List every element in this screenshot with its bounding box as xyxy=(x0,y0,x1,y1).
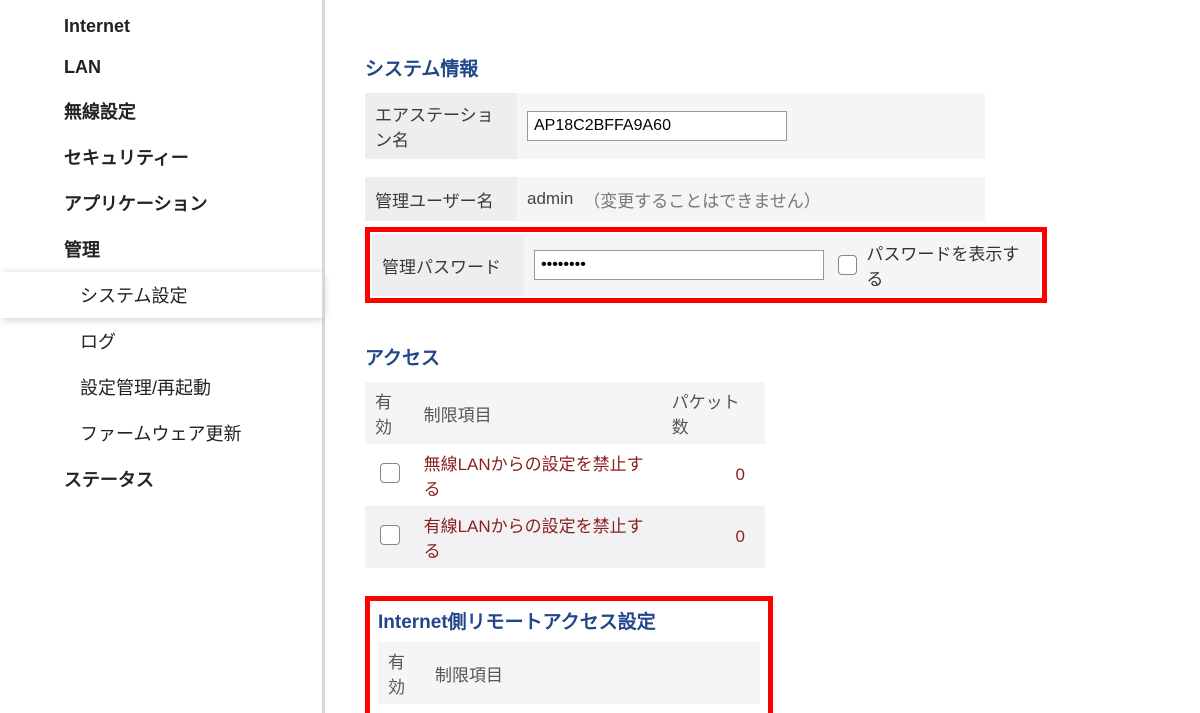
access-item-0: 無線LANからの設定を禁止する xyxy=(414,444,662,506)
subnav-firmware[interactable]: ファームウェア更新 xyxy=(0,410,322,456)
subnav-label: 設定管理/再起動 xyxy=(80,378,211,398)
remote-access-table: 有効 制限項目 Internet側リモートアクセス設定を許可する xyxy=(378,642,760,713)
show-password-label[interactable]: パスワードを表示する xyxy=(834,240,1030,290)
access-title: アクセス xyxy=(365,343,1160,370)
system-info-title: システム情報 xyxy=(365,54,1160,81)
remote-col-item: 制限項目 xyxy=(425,642,760,704)
admin-password-highlight: 管理パスワード パスワードを表示する xyxy=(365,227,1047,303)
remote-access-highlight: Internet側リモートアクセス設定 有効 制限項目 Internet側リモー… xyxy=(365,596,773,713)
access-col-packets: パケット数 xyxy=(662,382,765,444)
access-packets-1: 0 xyxy=(662,506,765,568)
subnav-label: ファームウェア更新 xyxy=(80,424,241,444)
subnav-log[interactable]: ログ xyxy=(0,318,322,364)
admin-user-note: （変更することはできません） xyxy=(583,187,821,212)
nav-admin[interactable]: 管理 xyxy=(0,226,322,272)
nav-label: アプリケーション xyxy=(64,194,208,214)
station-name-row: エアステーション名 xyxy=(365,93,985,159)
show-password-checkbox[interactable] xyxy=(838,255,857,275)
nav-lan[interactable]: LAN xyxy=(0,47,322,88)
nav-label: セキュリティー xyxy=(64,148,189,168)
nav-label: 無線設定 xyxy=(64,102,136,122)
remote-access-title: Internet側リモートアクセス設定 xyxy=(378,607,760,634)
access-col-enable: 有効 xyxy=(365,382,414,444)
station-name-label: エアステーション名 xyxy=(365,93,517,159)
nav-security[interactable]: セキュリティー xyxy=(0,134,322,180)
admin-user-value: admin xyxy=(527,189,573,209)
access-enable-checkbox-1[interactable] xyxy=(380,525,400,545)
admin-user-row: 管理ユーザー名 admin （変更することはできません） xyxy=(365,177,985,221)
subnav-label: ログ xyxy=(80,332,116,352)
nav-label: Internet xyxy=(64,16,130,36)
table-row: 有線LANからの設定を禁止する 0 xyxy=(365,506,765,568)
access-enable-checkbox-0[interactable] xyxy=(380,463,400,483)
nav-internet[interactable]: Internet xyxy=(0,6,322,47)
subnav-config-reboot[interactable]: 設定管理/再起動 xyxy=(0,364,322,410)
nav-status[interactable]: ステータス xyxy=(0,456,322,502)
remote-item-0: Internet側リモートアクセス設定を許可する xyxy=(425,704,760,713)
nav-label: ステータス xyxy=(64,470,154,490)
nav-label: 管理 xyxy=(64,240,100,260)
admin-user-label: 管理ユーザー名 xyxy=(365,177,517,221)
admin-password-label: 管理パスワード xyxy=(372,234,524,296)
admin-password-row: 管理パスワード パスワードを表示する xyxy=(372,234,1040,296)
access-table: 有効 制限項目 パケット数 無線LANからの設定を禁止する 0 有線LANからの… xyxy=(365,382,765,568)
access-item-1: 有線LANからの設定を禁止する xyxy=(414,506,662,568)
nav-wireless[interactable]: 無線設定 xyxy=(0,88,322,134)
access-col-item: 制限項目 xyxy=(414,382,662,444)
subnav-label: システム設定 xyxy=(80,286,187,306)
show-password-text: パスワードを表示する xyxy=(866,240,1030,290)
nav-application[interactable]: アプリケーション xyxy=(0,180,322,226)
main-content: システム情報 エアステーション名 管理ユーザー名 admin （変更することはで… xyxy=(325,0,1200,713)
station-name-input[interactable] xyxy=(527,111,787,141)
nav-label: LAN xyxy=(64,57,101,77)
access-packets-0: 0 xyxy=(662,444,765,506)
table-row: Internet側リモートアクセス設定を許可する xyxy=(378,704,760,713)
subnav-system-settings[interactable]: システム設定 xyxy=(0,272,322,318)
table-row: 無線LANからの設定を禁止する 0 xyxy=(365,444,765,506)
sidebar: Internet LAN 無線設定 セキュリティー アプリケーション 管理 シス… xyxy=(0,0,325,713)
admin-password-input[interactable] xyxy=(534,250,824,280)
remote-col-enable: 有効 xyxy=(378,642,425,704)
